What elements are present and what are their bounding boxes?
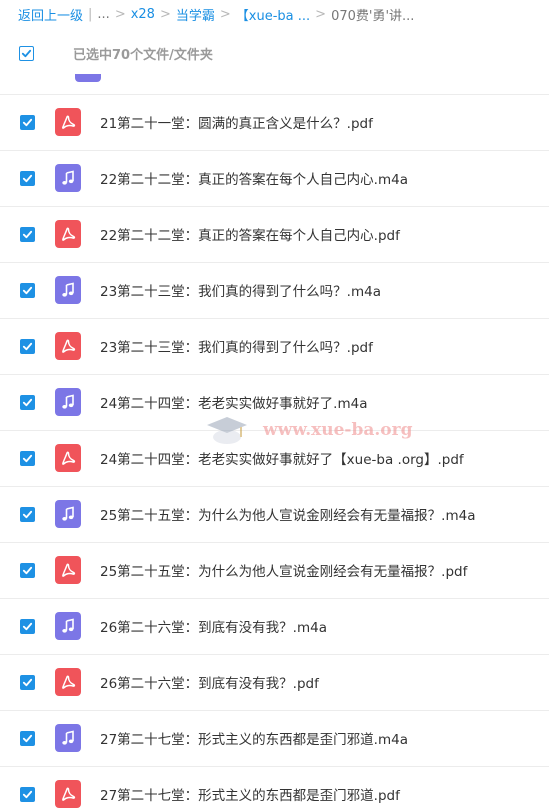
music-note-icon (75, 74, 101, 82)
music-note-icon (55, 500, 81, 528)
list-item[interactable]: 26第二十六堂：到底有没有我？.m4a (0, 598, 549, 655)
checkmark-icon (22, 734, 33, 742)
breadcrumb-current-folder: 070费'勇'讲... (331, 8, 415, 24)
select-all-checkbox[interactable] (19, 45, 34, 61)
file-checkbox[interactable] (20, 338, 35, 354)
checkmark-icon (22, 790, 33, 798)
selection-count: 已选中70个文件/文件夹 (73, 47, 213, 63)
file-checkbox[interactable] (20, 114, 35, 130)
music-note-icon (55, 164, 81, 192)
music-note-icon (55, 388, 81, 416)
pdf-icon (55, 444, 81, 472)
list-item[interactable]: 24第二十四堂：老老实实做好事就好了【xue-ba .org】.pdf (0, 430, 549, 487)
file-name[interactable]: 27第二十七堂：形式主义的东西都是歪门邪道.pdf (100, 784, 400, 804)
breadcrumb-separator: > (219, 6, 231, 22)
list-item[interactable]: 23第二十三堂：我们真的得到了什么吗？.m4a (0, 262, 549, 319)
file-checkbox[interactable] (20, 506, 35, 522)
file-name[interactable]: 22第二十二堂：真正的答案在每个人自己内心.pdf (100, 224, 400, 244)
list-item[interactable]: 21第二十一堂：圆满的真正含义是什么？.pdf (0, 94, 549, 151)
pdf-icon (55, 556, 81, 584)
list-item[interactable]: 26第二十六堂：到底有没有我？.pdf (0, 654, 549, 711)
file-checkbox[interactable] (20, 730, 35, 746)
file-name[interactable]: 23第二十三堂：我们真的得到了什么吗？.m4a (100, 280, 381, 300)
checkmark-icon (22, 230, 33, 238)
file-checkbox[interactable] (20, 394, 35, 410)
breadcrumb-ellipsis[interactable]: ... (97, 7, 109, 22)
file-name[interactable]: 23第二十三堂：我们真的得到了什么吗？.pdf (100, 336, 373, 356)
list-item[interactable]: 24第二十四堂：老老实实做好事就好了.m4a (0, 374, 549, 431)
pdf-icon (55, 780, 81, 808)
list-item[interactable]: 27第二十七堂：形式主义的东西都是歪门邪道.m4a (0, 710, 549, 767)
file-name[interactable]: 25第二十五堂：为什么为他人宣说金刚经会有无量福报？.m4a (100, 504, 475, 524)
music-note-icon (55, 724, 81, 752)
file-name[interactable]: 26第二十六堂：到底有没有我？.m4a (100, 616, 327, 636)
checkmark-icon (22, 678, 33, 686)
breadcrumb-divider: | (88, 6, 93, 22)
list-item[interactable]: 25第二十五堂：为什么为他人宣说金刚经会有无量福报？.m4a (0, 486, 549, 543)
breadcrumb-item-x28[interactable]: x28 (131, 7, 155, 22)
list-item[interactable]: 25第二十五堂：为什么为他人宣说金刚经会有无量福报？.pdf (0, 542, 549, 599)
file-checkbox[interactable] (20, 674, 35, 690)
file-name[interactable]: 24第二十四堂：老老实实做好事就好了【xue-ba .org】.pdf (100, 448, 464, 468)
breadcrumb-item-dangxueba[interactable]: 当学霸 (176, 5, 215, 24)
checkmark-icon (21, 49, 32, 57)
file-name[interactable]: 25第二十五堂：为什么为他人宣说金刚经会有无量福报？.pdf (100, 560, 467, 580)
file-checkbox[interactable] (20, 450, 35, 466)
music-note-icon (55, 612, 81, 640)
list-item[interactable]: 23第二十三堂：我们真的得到了什么吗？.pdf (0, 318, 549, 375)
checkmark-icon (22, 566, 33, 574)
file-name[interactable]: 24第二十四堂：老老实实做好事就好了.m4a (100, 392, 367, 412)
file-name[interactable]: 22第二十二堂：真正的答案在每个人自己内心.m4a (100, 168, 408, 188)
file-list: 21第二十一堂：圆满的真正含义是什么？.pdf 22第二十二堂：真正的答案在每个人… (0, 74, 549, 812)
breadcrumb-item-xue-ba[interactable]: 【xue-ba ... (236, 5, 310, 24)
file-name[interactable]: 27第二十七堂：形式主义的东西都是歪门邪道.m4a (100, 728, 408, 748)
breadcrumb: 返回上一级 | ... > x28 > 当学霸 > 【xue-ba ... > … (18, 0, 549, 28)
checkmark-icon (22, 174, 33, 182)
file-checkbox[interactable] (20, 282, 35, 298)
checkmark-icon (22, 286, 33, 294)
checkmark-icon (22, 118, 33, 126)
checkmark-icon (22, 454, 33, 462)
checkmark-icon (22, 398, 33, 406)
back-link[interactable]: 返回上一级 (18, 5, 83, 24)
checkmark-icon (22, 510, 33, 518)
pdf-icon (55, 108, 81, 136)
breadcrumb-separator: > (315, 6, 327, 22)
file-checkbox[interactable] (20, 618, 35, 634)
pdf-icon (55, 668, 81, 696)
selection-bar: 已选中70个文件/文件夹 (0, 28, 549, 78)
file-checkbox[interactable] (20, 562, 35, 578)
music-note-icon (55, 276, 81, 304)
list-item[interactable]: 22第二十二堂：真正的答案在每个人自己内心.pdf (0, 206, 549, 263)
breadcrumb-separator: > (159, 6, 171, 22)
list-item[interactable]: 22第二十二堂：真正的答案在每个人自己内心.m4a (0, 150, 549, 207)
list-item[interactable] (0, 74, 549, 95)
breadcrumb-separator: > (114, 6, 126, 22)
file-name[interactable]: 26第二十六堂：到底有没有我？.pdf (100, 672, 319, 692)
file-checkbox[interactable] (20, 170, 35, 186)
pdf-icon (55, 220, 81, 248)
file-name[interactable]: 21第二十一堂：圆满的真正含义是什么？.pdf (100, 112, 373, 132)
list-item[interactable]: 27第二十七堂：形式主义的东西都是歪门邪道.pdf (0, 766, 549, 812)
checkmark-icon (22, 622, 33, 630)
file-checkbox[interactable] (20, 786, 35, 802)
pdf-icon (55, 332, 81, 360)
checkmark-icon (22, 342, 33, 350)
file-checkbox[interactable] (20, 226, 35, 242)
